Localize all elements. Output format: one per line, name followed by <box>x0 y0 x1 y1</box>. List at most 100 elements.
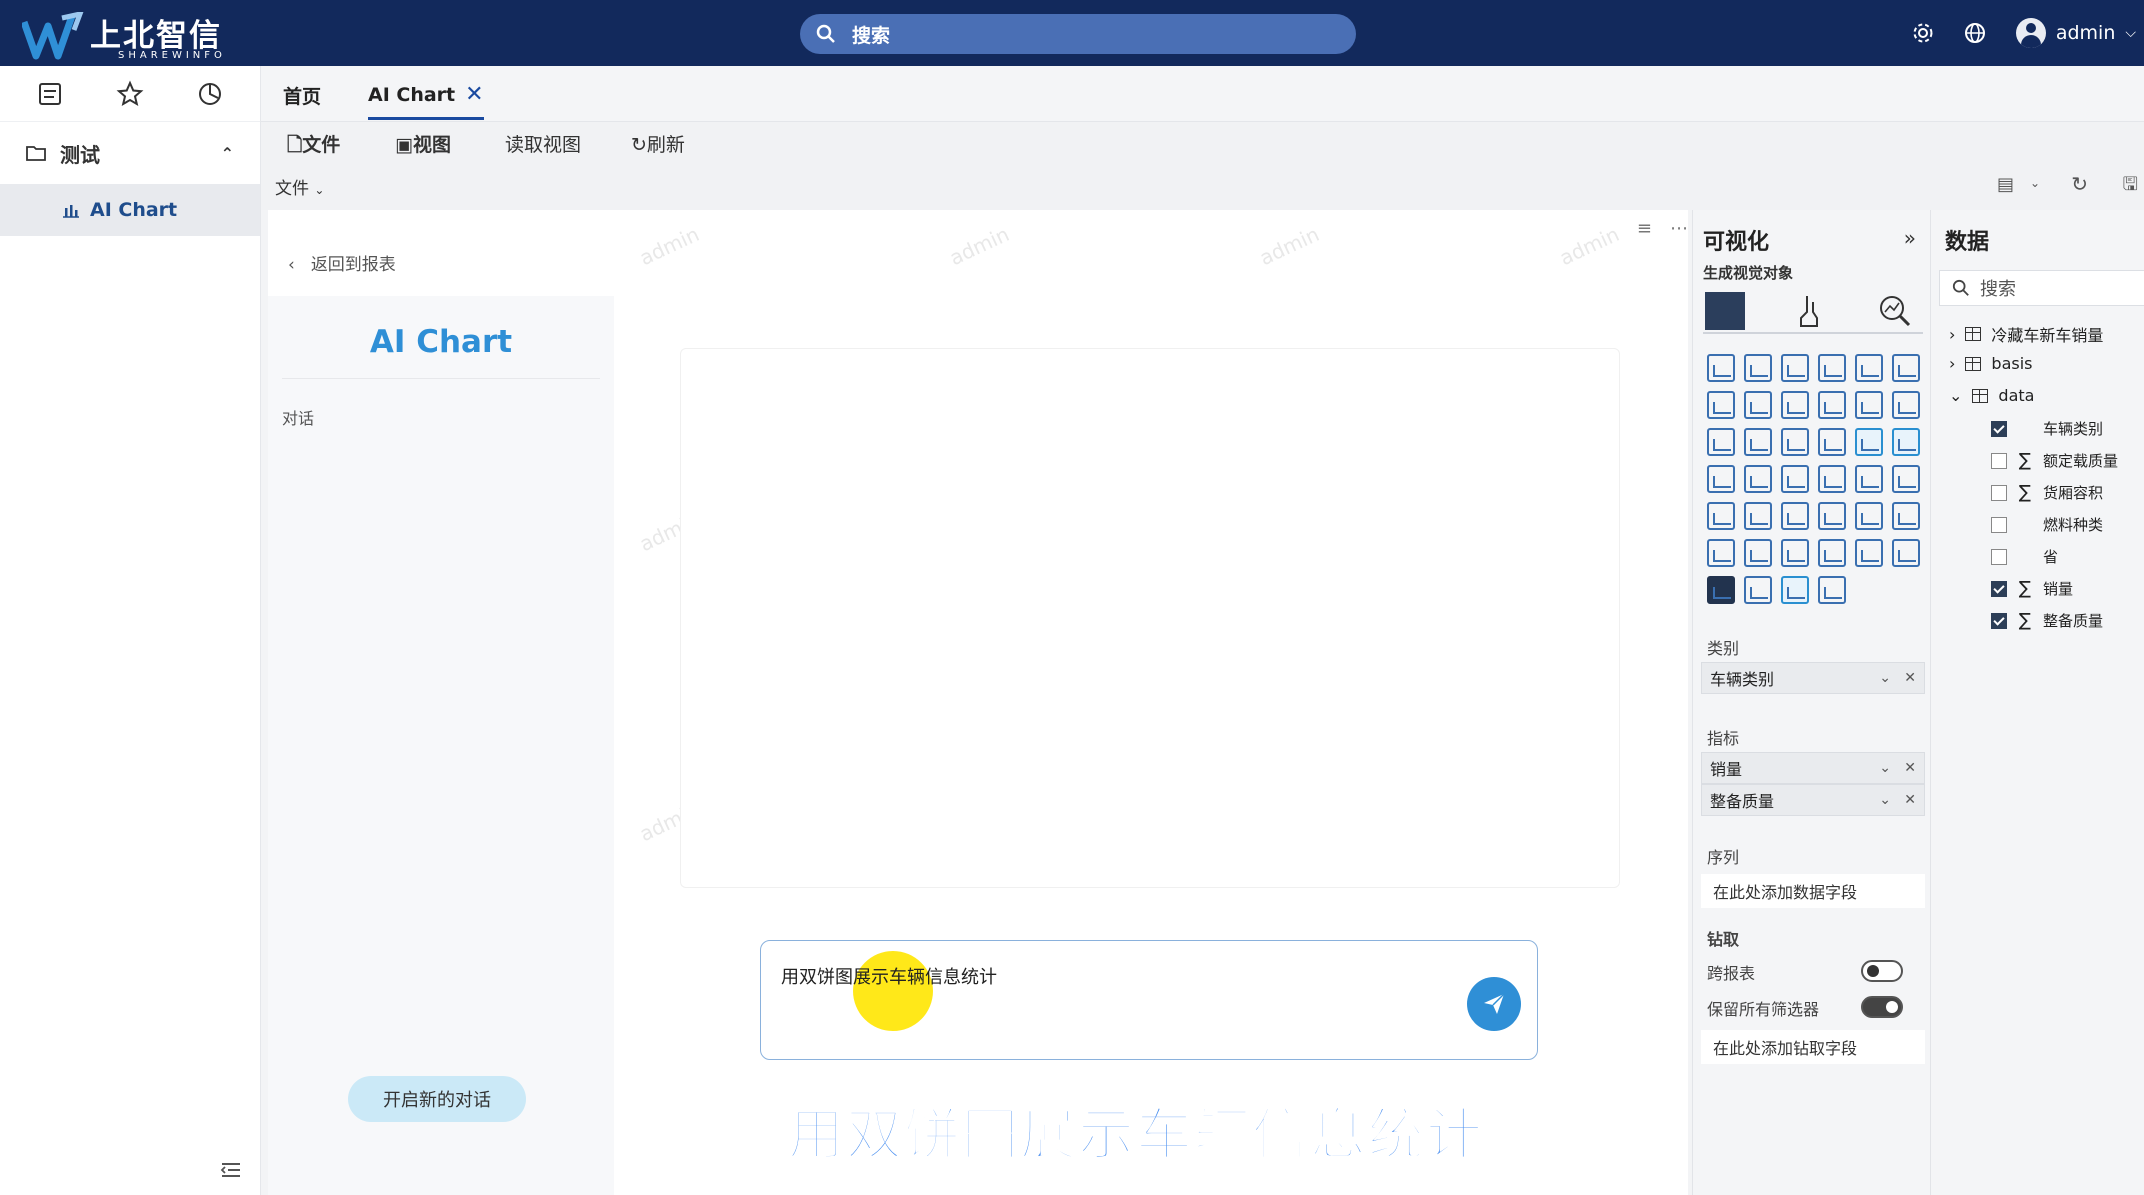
view-button[interactable]: ▣视图 <box>395 130 451 157</box>
tab-home[interactable]: 首页 <box>283 82 321 109</box>
gear-icon[interactable] <box>1912 22 1934 44</box>
field-checkbox[interactable] <box>1991 580 2007 597</box>
field-row[interactable]: ∑ 额定载质量 <box>1991 450 2118 471</box>
read-view-button[interactable]: 读取视图 <box>505 130 581 157</box>
field-row[interactable]: 燃料种类 <box>1991 514 2103 535</box>
line-column-chart-icon[interactable] <box>1855 391 1883 419</box>
stacked-area-chart-icon[interactable] <box>1781 391 1809 419</box>
filled-map-icon[interactable] <box>1781 465 1809 493</box>
field-controls[interactable]: ⌄ ✕ <box>1879 760 1916 776</box>
stacked-column-chart-icon[interactable] <box>1744 354 1772 382</box>
back-to-report-link[interactable]: ‹ 返回到报表 <box>288 250 396 275</box>
slicer-icon[interactable] <box>1781 502 1809 530</box>
ai-visual-icon[interactable] <box>1781 576 1809 604</box>
metric-field-sales[interactable]: 销量 ⌄ ✕ <box>1701 752 1925 784</box>
custom-visual-icon[interactable] <box>1892 539 1920 567</box>
more-visuals-icon[interactable] <box>1818 576 1846 604</box>
send-button[interactable] <box>1467 977 1521 1031</box>
chat-input[interactable]: 用双饼图展示车辆信息统计 <box>760 940 1538 1060</box>
line-chart-icon[interactable] <box>1707 391 1735 419</box>
new-chat-button[interactable]: 开启新的对话 <box>348 1076 526 1122</box>
file-button[interactable]: 🗋文件 <box>287 130 340 163</box>
field-row[interactable]: 车辆类别 <box>1991 418 2103 439</box>
report-icon[interactable] <box>36 81 64 107</box>
percent-column-chart-icon[interactable] <box>1892 354 1920 382</box>
kpi-icon[interactable] <box>1744 502 1772 530</box>
field-controls[interactable]: ⌄ ✕ <box>1879 670 1916 686</box>
category-field[interactable]: 车辆类别 ⌄ ✕ <box>1701 662 1925 694</box>
field-checkbox[interactable] <box>1991 484 2007 501</box>
tab-ai-chart[interactable]: AI Chart ✕ <box>368 82 484 120</box>
globe-icon[interactable] <box>1964 22 1986 44</box>
stacked-bar-chart-icon[interactable] <box>1707 354 1735 382</box>
field-row[interactable]: 省 <box>1991 546 2058 567</box>
funnel-chart-icon[interactable] <box>1781 428 1809 456</box>
scatter-chart-icon[interactable] <box>1818 428 1846 456</box>
field-checkbox[interactable] <box>1991 612 2007 629</box>
table-node-expanded[interactable]: ⌄ data <box>1949 386 2034 405</box>
report-visual-icon[interactable] <box>1855 539 1883 567</box>
global-search[interactable]: 搜索 <box>800 14 1356 54</box>
user-menu[interactable]: admin ⌵ <box>2015 18 2136 48</box>
waterfall-chart-icon[interactable] <box>1707 428 1735 456</box>
analytics-icon[interactable] <box>1875 292 1915 330</box>
shape-map-icon[interactable] <box>1818 465 1846 493</box>
pie-chart-icon[interactable] <box>1855 428 1883 456</box>
multi-row-card-icon[interactable] <box>1707 502 1735 530</box>
file-dropdown[interactable]: 文件 ⌄ <box>275 174 324 199</box>
collapse-sidebar-icon[interactable] <box>220 1161 242 1179</box>
layout-icon[interactable]: ▤ <box>1997 174 2014 195</box>
field-checkbox[interactable] <box>1991 548 2007 565</box>
data-search-input[interactable]: 搜索 <box>1939 270 2144 306</box>
decomposition-tree-icon[interactable] <box>1892 502 1920 530</box>
build-visual-tab-icon[interactable] <box>1705 292 1745 330</box>
save-icon[interactable]: 🖫 <box>2123 172 2138 202</box>
waterfall-column-chart-icon[interactable] <box>1744 428 1772 456</box>
line-stacked-column-chart-icon[interactable] <box>1892 391 1920 419</box>
qa-icon[interactable] <box>1744 539 1772 567</box>
treemap-icon[interactable] <box>1707 465 1735 493</box>
chevron-down-icon[interactable]: ⌄ <box>2030 176 2040 190</box>
power-apps-icon[interactable] <box>1707 576 1735 604</box>
field-row[interactable]: ∑ 货厢容积 <box>1991 482 2103 503</box>
trophy-icon[interactable] <box>1818 539 1846 567</box>
power-automate-icon[interactable] <box>1744 576 1772 604</box>
gauge-icon[interactable] <box>1855 465 1883 493</box>
refresh-button[interactable]: ↻刷新 <box>631 130 685 157</box>
field-controls[interactable]: ⌄ ✕ <box>1879 792 1916 808</box>
table-node[interactable]: › basis <box>1949 354 2032 373</box>
sidebar-folder-test[interactable]: 测试 ⌃ <box>0 122 260 184</box>
collapse-panel-icon[interactable]: » <box>1904 226 1916 250</box>
clustered-bar-chart-icon[interactable] <box>1781 354 1809 382</box>
donut-chart-icon[interactable] <box>1892 428 1920 456</box>
more-icon[interactable]: ⋯ <box>1670 218 1688 239</box>
format-brush-icon[interactable] <box>1791 292 1831 330</box>
field-row[interactable]: ∑ 整备质量 <box>1991 610 2103 631</box>
brand-logo[interactable]: 上北智信 SHAREWINFO <box>22 6 222 62</box>
ribbon-chart-icon[interactable] <box>1818 391 1846 419</box>
field-row[interactable]: ∑ 销量 <box>1991 578 2073 599</box>
keep-filters-toggle[interactable] <box>1861 996 1903 1018</box>
reload-icon[interactable]: ↻ <box>2071 172 2088 196</box>
cross-report-toggle[interactable] <box>1861 960 1903 982</box>
history-icon[interactable] <box>196 80 224 108</box>
star-icon[interactable] <box>116 80 144 108</box>
area-chart-icon[interactable] <box>1744 391 1772 419</box>
drill-drop-zone[interactable]: 在此处添加钻取字段 <box>1701 1030 1925 1064</box>
filter-icon[interactable]: ≡ <box>1637 218 1652 239</box>
series-drop-zone[interactable]: 在此处添加数据字段 <box>1701 874 1925 908</box>
map-icon[interactable] <box>1744 465 1772 493</box>
clustered-column-chart-icon[interactable] <box>1818 354 1846 382</box>
matrix-icon[interactable] <box>1855 502 1883 530</box>
card-icon[interactable] <box>1892 465 1920 493</box>
field-checkbox[interactable] <box>1991 516 2007 533</box>
field-checkbox[interactable] <box>1991 452 2007 469</box>
paginated-report-icon[interactable] <box>1781 539 1809 567</box>
close-icon[interactable]: ✕ <box>465 82 483 107</box>
table-node[interactable]: › 冷藏车新车销量 <box>1949 322 2103 346</box>
field-checkbox[interactable] <box>1991 420 2007 437</box>
key-influencers-icon[interactable] <box>1707 539 1735 567</box>
metric-field-curb-weight[interactable]: 整备质量 ⌄ ✕ <box>1701 784 1925 816</box>
table-icon[interactable] <box>1818 502 1846 530</box>
percent-bar-chart-icon[interactable] <box>1855 354 1883 382</box>
